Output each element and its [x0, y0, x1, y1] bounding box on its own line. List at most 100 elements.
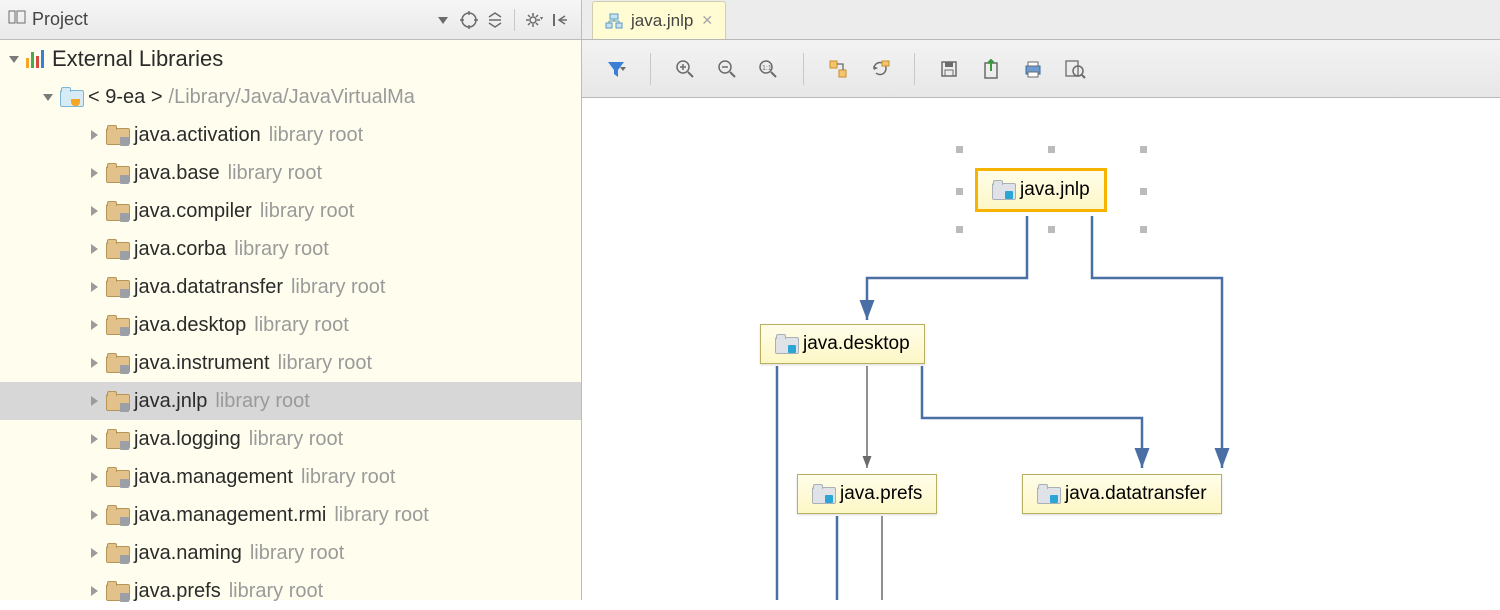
chevron-right-icon[interactable] [86, 241, 102, 257]
library-folder-icon [106, 544, 128, 562]
resize-handle[interactable] [1140, 188, 1147, 195]
separator [514, 9, 515, 31]
chevron-right-icon[interactable] [86, 393, 102, 409]
diagram-node-java-prefs[interactable]: java.prefs [797, 474, 937, 514]
resize-handle[interactable] [956, 146, 963, 153]
library-root-label: library root [215, 390, 309, 413]
module-name: java.compiler [134, 200, 252, 223]
export-icon[interactable] [973, 51, 1009, 87]
resize-handle[interactable] [956, 226, 963, 233]
hide-panel-icon[interactable] [547, 7, 573, 33]
diagram-node-java-datatransfer[interactable]: java.datatransfer [1022, 474, 1222, 514]
chevron-right-icon[interactable] [86, 583, 102, 599]
library-folder-icon [106, 164, 128, 182]
chevron-right-icon[interactable] [86, 203, 102, 219]
separator [803, 53, 804, 85]
tree-item[interactable]: java.desktoplibrary root [0, 306, 581, 344]
module-name: java.naming [134, 542, 242, 565]
module-name: java.desktop [134, 314, 246, 337]
diagram-tab-icon [605, 13, 623, 29]
tree-item[interactable]: java.management library root [0, 458, 581, 496]
resize-handle[interactable] [1048, 146, 1055, 153]
zoom-out-icon[interactable] [709, 51, 745, 87]
library-root-label: library root [334, 504, 428, 527]
tree-item[interactable]: java.corbalibrary root [0, 230, 581, 268]
chevron-down-icon[interactable] [40, 89, 56, 105]
chevron-right-icon[interactable] [86, 317, 102, 333]
module-name: java.prefs [134, 580, 221, 603]
tree-item[interactable]: java.jnlp library root [0, 382, 581, 420]
module-name: java.logging [134, 428, 241, 451]
tree-item[interactable]: java.logging library root [0, 420, 581, 458]
chevron-down-icon[interactable] [6, 51, 22, 67]
tree-item[interactable]: java.compilerlibrary root [0, 192, 581, 230]
library-root-label: library root [269, 124, 363, 147]
locate-icon[interactable] [456, 7, 482, 33]
module-name: java.datatransfer [134, 276, 283, 299]
chevron-right-icon[interactable] [86, 355, 102, 371]
refresh-icon[interactable] [862, 51, 898, 87]
module-name: java.jnlp [134, 390, 207, 413]
chevron-right-icon[interactable] [86, 545, 102, 561]
svg-text:1:1: 1:1 [762, 65, 772, 72]
resize-handle[interactable] [1048, 226, 1055, 233]
library-folder-icon [106, 506, 128, 524]
library-folder-icon [106, 582, 128, 600]
chevron-right-icon[interactable] [86, 507, 102, 523]
tree-root-external-libraries[interactable]: External Libraries [0, 40, 581, 78]
library-root-label: library root [250, 542, 344, 565]
library-folder-icon [106, 468, 128, 486]
editor-tab-java-jnlp[interactable]: java.jnlp ✕ [592, 1, 726, 39]
module-name: java.management [134, 466, 293, 489]
chevron-right-icon[interactable] [86, 165, 102, 181]
resize-handle[interactable] [956, 188, 963, 195]
layout-icon[interactable] [820, 51, 856, 87]
settings-gear-icon[interactable] [521, 7, 547, 33]
tree-sdk-node[interactable]: < 9-ea > /Library/Java/JavaVirtualMa [0, 78, 581, 116]
tree-item[interactable]: java.prefslibrary root [0, 572, 581, 610]
module-name: java.activation [134, 124, 261, 147]
editor-tab-bar: java.jnlp ✕ [582, 0, 1500, 40]
library-folder-icon [106, 126, 128, 144]
tree-item[interactable]: java.naming library root [0, 534, 581, 572]
resize-handle[interactable] [1140, 226, 1147, 233]
module-name: java.base [134, 162, 220, 185]
module-name: java.instrument [134, 352, 270, 375]
print-icon[interactable] [1015, 51, 1051, 87]
chevron-right-icon[interactable] [86, 279, 102, 295]
chevron-right-icon[interactable] [86, 469, 102, 485]
libraries-icon [26, 50, 44, 68]
resize-handle[interactable] [1140, 146, 1147, 153]
library-folder-icon [106, 278, 128, 296]
view-mode-dropdown-icon[interactable] [430, 7, 456, 33]
tree-item[interactable]: java.management.rmilibrary root [0, 496, 581, 534]
editor-area: java.jnlp ✕ 1:1 [582, 0, 1500, 600]
library-root-label: library root [228, 162, 322, 185]
project-tree[interactable]: External Libraries < 9-ea > /Library/Jav… [0, 40, 581, 610]
diagram-node-java-desktop[interactable]: java.desktop [760, 324, 925, 364]
chevron-right-icon[interactable] [86, 431, 102, 447]
tree-item[interactable]: java.instrumentlibrary root [0, 344, 581, 382]
collapse-all-icon[interactable] [482, 7, 508, 33]
external-libraries-label: External Libraries [52, 46, 223, 72]
preview-icon[interactable] [1057, 51, 1093, 87]
library-root-label: library root [301, 466, 395, 489]
tree-item[interactable]: java.datatransferlibrary root [0, 268, 581, 306]
library-folder-icon [106, 316, 128, 334]
close-icon[interactable]: ✕ [701, 12, 713, 29]
save-icon[interactable] [931, 51, 967, 87]
diagram-node-java-jnlp[interactable]: java.jnlp [977, 170, 1105, 210]
chevron-right-icon[interactable] [86, 127, 102, 143]
node-label: java.datatransfer [1065, 483, 1207, 505]
sdk-path: /Library/Java/JavaVirtualMa [169, 86, 415, 109]
library-root-label: library root [249, 428, 343, 451]
zoom-actual-icon[interactable]: 1:1 [751, 51, 787, 87]
node-label: java.prefs [840, 483, 922, 505]
filter-icon[interactable] [598, 51, 634, 87]
zoom-in-icon[interactable] [667, 51, 703, 87]
tree-item[interactable]: java.base library root [0, 154, 581, 192]
project-header: Project [0, 0, 581, 40]
diagram-canvas[interactable]: java.jnlp java.desktop java.prefs java.d… [582, 98, 1500, 600]
tree-item[interactable]: java.activation library root [0, 116, 581, 154]
sdk-name: < 9-ea > [88, 86, 163, 109]
